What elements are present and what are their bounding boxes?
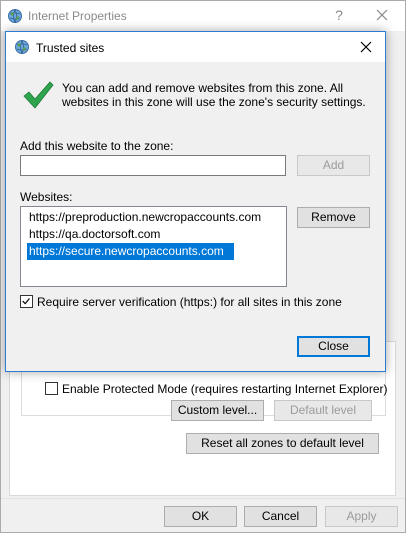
window-titlebar: Internet Properties ? xyxy=(1,1,405,31)
reset-all-zones-button[interactable]: Reset all zones to default level xyxy=(186,433,379,454)
cancel-button[interactable]: Cancel xyxy=(244,506,317,527)
remove-button[interactable]: Remove xyxy=(297,207,370,228)
protected-mode-row[interactable]: Enable Protected Mode (requires restarti… xyxy=(45,381,388,396)
close-button[interactable]: Close xyxy=(297,336,370,357)
require-verification-label: Require server verification (https:) for… xyxy=(37,294,342,309)
dialog-titlebar: Trusted sites xyxy=(6,32,385,62)
require-verification-row[interactable]: Require server verification (https:) for… xyxy=(20,294,342,309)
dialog-title: Trusted sites xyxy=(36,41,105,55)
list-item[interactable]: https://preproduction.newcropaccounts.co… xyxy=(27,209,261,226)
checkmark-icon xyxy=(22,298,30,305)
custom-level-button[interactable]: Custom level... xyxy=(171,400,264,421)
ok-button[interactable]: OK xyxy=(164,506,237,527)
add-website-input[interactable] xyxy=(20,155,286,176)
internet-globe-icon xyxy=(8,9,22,23)
websites-list[interactable]: https://preproduction.newcropaccounts.co… xyxy=(20,206,287,287)
green-check-icon xyxy=(23,81,54,109)
protected-mode-label: Enable Protected Mode (requires restarti… xyxy=(62,381,388,396)
internet-globe-icon xyxy=(15,40,29,54)
list-item[interactable]: https://qa.doctorsoft.com xyxy=(27,226,160,243)
window-title: Internet Properties xyxy=(28,9,127,23)
require-verification-checkbox[interactable] xyxy=(20,295,33,308)
add-website-label: Add this website to the zone: xyxy=(20,139,174,153)
footer-separator xyxy=(1,498,405,499)
default-level-button[interactable]: Default level xyxy=(274,400,372,421)
list-item-selected[interactable]: https://secure.newcropaccounts.com xyxy=(27,243,234,260)
apply-button[interactable]: Apply xyxy=(325,506,398,527)
protected-mode-checkbox[interactable] xyxy=(45,382,58,395)
intro-text: You can add and remove websites from thi… xyxy=(62,81,366,109)
websites-label: Websites: xyxy=(20,190,73,204)
trusted-sites-dialog: Trusted sites You can add and remove web… xyxy=(5,31,386,372)
close-icon[interactable] xyxy=(373,6,391,24)
close-icon[interactable] xyxy=(357,38,375,56)
help-button[interactable]: ? xyxy=(331,6,347,24)
add-button[interactable]: Add xyxy=(297,155,370,176)
